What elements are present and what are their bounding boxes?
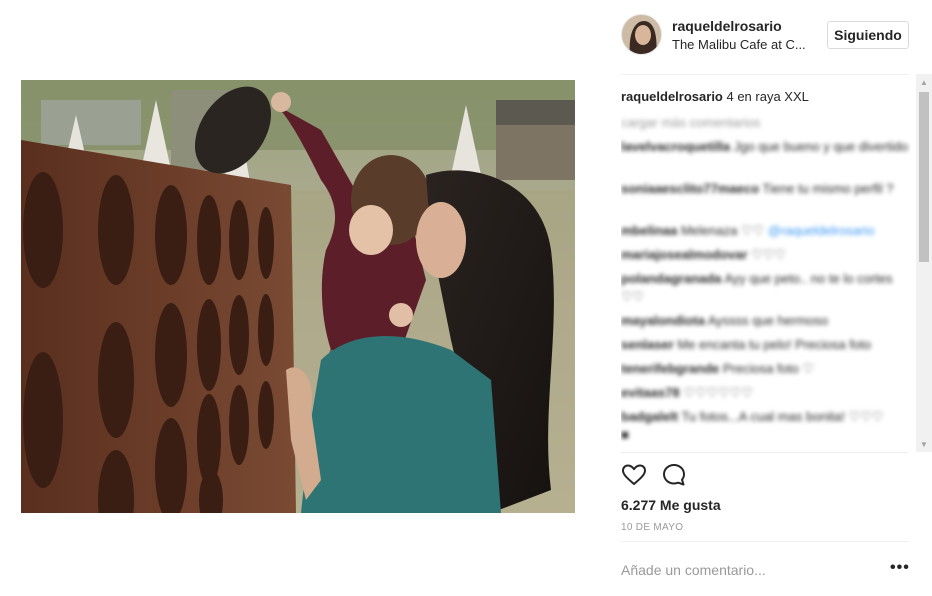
comment-username[interactable]: evitaas78 xyxy=(621,385,680,400)
likes-count[interactable]: 6.277 Me gusta xyxy=(621,497,721,513)
comment-text: ■ xyxy=(621,427,629,442)
comment-text: Melenaza ♡♡ xyxy=(677,223,768,238)
comment-text: ♡♡♡ xyxy=(747,247,787,262)
scroll-thumb[interactable] xyxy=(919,92,929,262)
scroll-up-arrow-icon[interactable]: ▲ xyxy=(916,74,932,90)
load-more-comments-button[interactable]: cargar más comentarios xyxy=(621,114,760,132)
comment-mention[interactable]: @raqueldelrosario xyxy=(768,223,874,238)
comment-item: senlaser Me encanta tu pelo! Preciosa fo… xyxy=(621,336,911,354)
comment-username[interactable]: mbelinaa xyxy=(621,223,677,238)
post-photo[interactable] xyxy=(21,80,575,513)
avatar[interactable] xyxy=(621,14,662,55)
divider xyxy=(621,452,909,453)
comment-item: badgalelt Tu fotos...A cual mas bonita! … xyxy=(621,408,911,426)
comment-item: soniaaesclito77maeco Tiene tu mismo perf… xyxy=(621,180,911,198)
post-photo-image xyxy=(21,80,575,513)
post-caption: raqueldelrosario 4 en raya XXL xyxy=(621,88,911,106)
comment-text: Jgo que bueno y que divertido xyxy=(730,139,908,154)
post-header: raqueldelrosario The Malibu Cafe at C...… xyxy=(621,14,909,56)
comment-username[interactable]: polandagranada xyxy=(621,271,721,286)
comment-item: mariajosealmodovar ♡♡♡ xyxy=(621,246,911,264)
post-location[interactable]: The Malibu Cafe at C... xyxy=(672,37,812,52)
more-options-button[interactable]: ••• xyxy=(890,560,912,580)
caption-text: 4 en raya XXL xyxy=(722,89,809,104)
comment-username[interactable]: soniaaesclito77maeco xyxy=(621,181,759,196)
comment-username[interactable]: tenerifebgrande xyxy=(621,361,719,376)
comment-username[interactable]: mariajosealmodovar xyxy=(621,247,747,262)
scroll-down-arrow-icon[interactable]: ▼ xyxy=(916,436,932,452)
comment-text: Preciosa foto ♡ xyxy=(719,361,815,376)
comment-bubble-icon[interactable] xyxy=(661,462,687,488)
post-username[interactable]: raqueldelrosario xyxy=(672,18,782,34)
heart-icon[interactable] xyxy=(621,462,647,488)
post-actions xyxy=(621,462,721,490)
comments-list[interactable]: raqueldelrosario 4 en raya XXL cargar má… xyxy=(621,84,911,454)
comment-item: tenerifebgrande Preciosa foto ♡ xyxy=(621,360,911,378)
comment-text: Tu fotos...A cual mas bonita! ♡♡♡ xyxy=(678,409,884,424)
add-comment-input[interactable] xyxy=(621,560,871,580)
comment-username[interactable]: senlaser xyxy=(621,337,674,352)
comment-item: ■ xyxy=(621,426,911,444)
comment-item: evitaas78 ♡♡♡♡♡♡ xyxy=(621,384,911,402)
comments-scrollbar[interactable]: ▲ ▼ xyxy=(916,74,932,452)
comment-username[interactable]: badgalelt xyxy=(621,409,678,424)
comment-text: Tiene tu mismo perfil ? xyxy=(759,181,894,196)
comment-text: ♡♡♡♡♡♡ xyxy=(679,385,754,400)
post-date[interactable]: 10 DE MAYO xyxy=(621,522,683,533)
comment-username[interactable]: mayalondiota xyxy=(621,313,705,328)
comment-item: mayalondiota Ayssss que hermoso xyxy=(621,312,911,330)
comment-username[interactable]: lavelvacroquetilla xyxy=(621,139,730,154)
comment-item: mbelinaa Melenaza ♡♡ @raqueldelrosario xyxy=(621,222,911,240)
following-button[interactable]: Siguiendo xyxy=(827,21,909,49)
avatar-image xyxy=(622,15,661,54)
divider xyxy=(621,541,909,542)
comment-text: Me encanta tu pelo! Preciosa foto xyxy=(673,337,872,352)
comment-item: polandagranada Ayy que peto.. no te lo c… xyxy=(621,270,911,306)
comment-text: Ayssss que hermoso xyxy=(704,313,829,328)
caption-username[interactable]: raqueldelrosario xyxy=(621,89,723,104)
divider xyxy=(621,74,909,75)
comment-item: lavelvacroquetilla Jgo que bueno y que d… xyxy=(621,138,911,156)
